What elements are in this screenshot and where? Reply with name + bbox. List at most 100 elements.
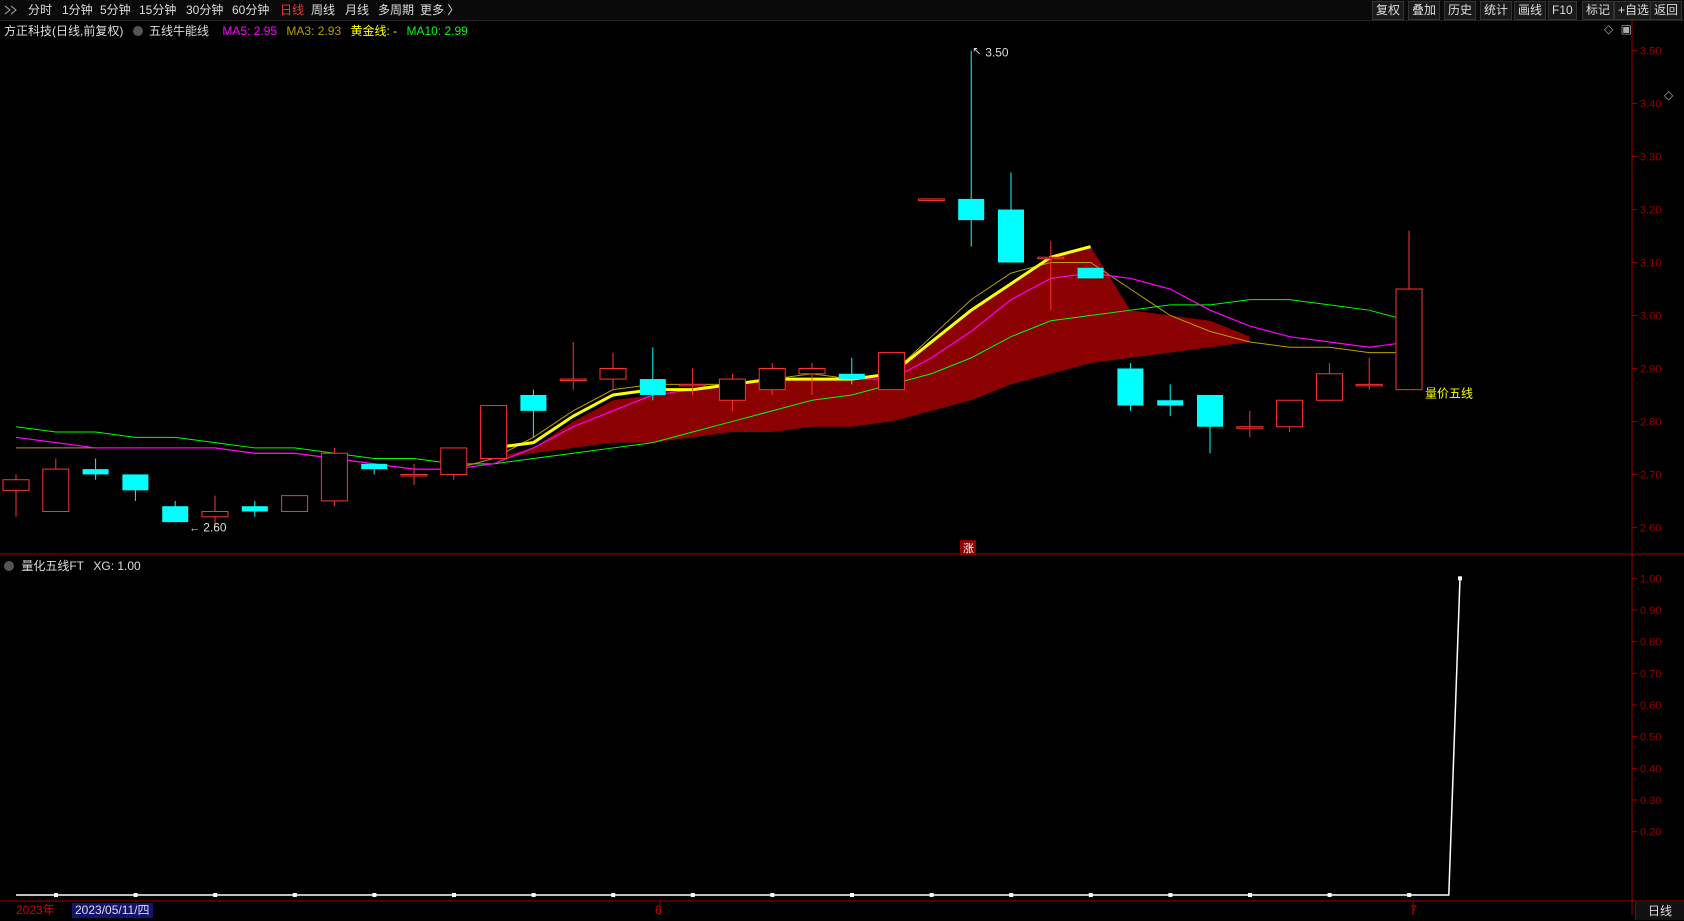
y-tick-label-6: 2.90: [1640, 363, 1661, 375]
candle-body: [1197, 394, 1223, 427]
candle-body: [917, 198, 945, 201]
xg-point: [292, 893, 297, 897]
sub-y-tick-label-8: 0.20: [1640, 827, 1661, 839]
candle-body: [480, 405, 508, 460]
period-button-7[interactable]: 周线: [311, 2, 335, 18]
period-button-6[interactable]: 日线: [280, 2, 304, 18]
ma5-value: MA5: 2.95: [222, 24, 278, 38]
candle-body: [122, 474, 149, 491]
period-button-2[interactable]: 5分钟: [100, 2, 131, 18]
toolbar-button-7[interactable]: +自选: [1614, 1, 1654, 20]
xg-point: [213, 893, 218, 897]
period-button-3[interactable]: 15分钟: [139, 2, 176, 18]
candle-body: [998, 209, 1024, 263]
period-button-8[interactable]: 月线: [345, 2, 369, 18]
toolbar-button-5[interactable]: F10: [1548, 1, 1577, 20]
sub-indicator-name[interactable]: 量化五线FT: [21, 559, 84, 573]
x-label-year: 2023年: [16, 903, 55, 915]
period-button-4[interactable]: 30分钟: [186, 2, 223, 18]
y-tick-label-0: 3.50: [1640, 46, 1661, 58]
period-toolbar: 分时 1分钟 5分钟 15分钟 30分钟 60分钟 日线 周线 月线 多周期 更多 〉 复权 叠加 历史统…: [0, 0, 1684, 21]
xg-point: [1088, 893, 1093, 897]
diamond-icon[interactable]: ◇: [1604, 22, 1613, 36]
sub-y-tick-label-3: 0.70: [1640, 668, 1661, 680]
xg-point: [372, 893, 377, 897]
y-tick-label-5: 3.00: [1640, 310, 1661, 322]
candle-body: [440, 447, 468, 475]
period-label[interactable]: 日线: [1635, 902, 1684, 920]
chart-tools: ◇ ▣: [1604, 22, 1632, 36]
candle-body: [758, 367, 786, 391]
sub-y-tick-label-4: 0.60: [1640, 700, 1661, 712]
toolbar-button-6[interactable]: 标记: [1582, 1, 1615, 20]
low-arrow: ←: [189, 522, 200, 534]
candle-body: [679, 383, 707, 387]
toolbar-button-3[interactable]: 统计: [1480, 1, 1513, 20]
sub-y-tick-label-7: 0.30: [1640, 795, 1661, 807]
xg-point: [850, 893, 854, 897]
xg-point: [452, 893, 456, 897]
candle-body: [162, 506, 189, 523]
candle-body: [838, 373, 865, 380]
candle-body: [1395, 288, 1423, 391]
xg-point: [1407, 893, 1412, 897]
xg-point: [611, 893, 616, 897]
xg-point-peak: [1458, 576, 1462, 581]
legend-dropdown-icon[interactable]: [132, 26, 143, 36]
window-toggle-icon[interactable]: ▣: [1621, 22, 1632, 36]
xg-value: XG: 1.00: [93, 559, 141, 573]
candle-body: [599, 367, 627, 380]
candle-body: [201, 511, 229, 518]
stock-name: 方正科技(日线,前复权): [4, 24, 124, 38]
candle-body: [2, 479, 30, 491]
ma3-value: MA3: 2.93: [286, 24, 342, 38]
y-tick-label-4: 3.10: [1640, 258, 1661, 270]
candle-body: [361, 463, 388, 470]
candle-body: [1037, 256, 1065, 260]
y-tick-label-7: 2.80: [1640, 416, 1661, 428]
sub-y-tick-label-5: 0.50: [1640, 732, 1661, 744]
rise-marker: 涨: [963, 542, 974, 555]
collapse-icon-glyph: [4, 5, 17, 15]
candle-body: [958, 198, 985, 221]
candle-body: [82, 469, 109, 475]
candle-body: [718, 378, 746, 401]
sub-legend: 量化五线FT XG: 1.00: [4, 557, 141, 574]
sub-y-tick-label-6: 0.40: [1640, 763, 1661, 775]
period-button-1[interactable]: 1分钟: [62, 2, 93, 18]
period-button-10[interactable]: 更多 〉: [420, 2, 459, 18]
indicator-name[interactable]: 五线牛能线: [149, 24, 209, 38]
gold-value: 黄金线: -: [350, 24, 398, 38]
x-label-m6: 6: [655, 903, 662, 915]
toolbar-button-8[interactable]: 返回: [1650, 1, 1683, 20]
period-button-0[interactable]: 分时: [28, 2, 52, 18]
candle-body: [42, 468, 70, 513]
bull-fill-area: [493, 246, 1250, 459]
candle-body: [559, 378, 587, 382]
candle-body: [798, 367, 826, 375]
toolbar-button-1[interactable]: 叠加: [1408, 1, 1441, 20]
period-button-5[interactable]: 60分钟: [232, 2, 269, 18]
sub-dropdown-icon[interactable]: [4, 561, 14, 571]
xg-point: [770, 893, 775, 897]
collapse-icon[interactable]: [2, 2, 18, 18]
xg-point: [1248, 893, 1252, 897]
toolbar-button-0[interactable]: 复权: [1372, 1, 1405, 20]
toolbar-button-2[interactable]: 历史: [1444, 1, 1477, 20]
x-label-m7: 7: [1410, 903, 1417, 915]
candle-body: [241, 506, 268, 512]
candle-body: [639, 379, 666, 395]
y-tick-label-1: 3.40: [1640, 99, 1661, 111]
period-button-9[interactable]: 多周期: [378, 2, 414, 18]
xg-point: [531, 893, 536, 897]
toolbar-button-4[interactable]: 画线: [1514, 1, 1547, 20]
quant-label: 量价五线: [1425, 387, 1473, 401]
scroll-up-icon[interactable]: ◇: [1664, 88, 1673, 102]
candle-body: [1117, 368, 1144, 406]
candle-body: [281, 495, 309, 513]
candle-body: [1236, 426, 1264, 429]
candle-body: [1355, 383, 1383, 387]
xg-point: [1009, 893, 1014, 897]
high-arrow: ↖: [972, 46, 981, 58]
kline-chart[interactable]: 3.50 3.40 3.30 3.20 3.10 3.00 2.90 2.80 2.70 2.60…: [0, 20, 1684, 915]
